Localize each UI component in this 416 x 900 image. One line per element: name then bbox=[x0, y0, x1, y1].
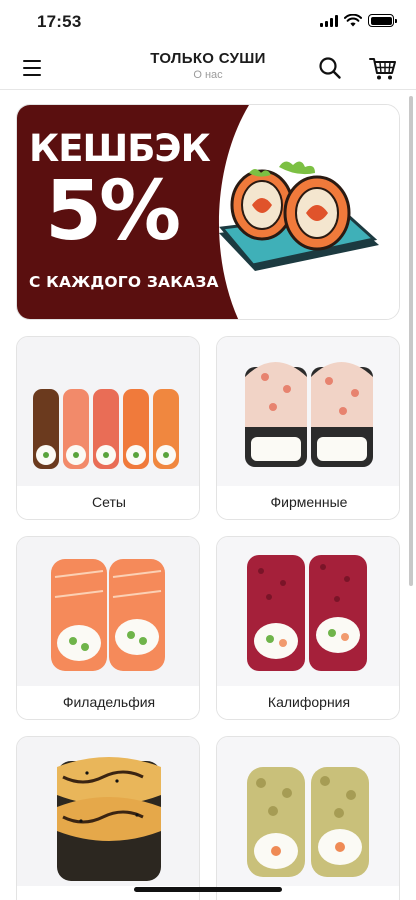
category-6-photo bbox=[217, 737, 399, 887]
battery-icon bbox=[368, 14, 397, 27]
app-title: ТОЛЬКО СУШИ bbox=[150, 50, 266, 67]
app-header: ТОЛЬКО СУШИ О нас bbox=[0, 46, 416, 90]
category-card-sets[interactable]: Сеты bbox=[16, 336, 200, 520]
banner-percent: 5% bbox=[45, 164, 181, 259]
california-photo bbox=[217, 537, 399, 687]
category-card-6[interactable] bbox=[216, 736, 400, 900]
status-time: 17:53 bbox=[37, 12, 82, 31]
about-link[interactable]: О нас bbox=[110, 69, 306, 81]
title-block[interactable]: ТОЛЬКО СУШИ О нас bbox=[110, 50, 306, 81]
category-card-signature[interactable]: Фирменные bbox=[216, 336, 400, 520]
wifi-icon bbox=[344, 14, 362, 27]
category-5-photo bbox=[17, 737, 199, 887]
cellular-signal-icon bbox=[320, 14, 338, 27]
category-label: Фирменные bbox=[217, 486, 399, 519]
category-label: Филадельфия bbox=[17, 686, 199, 719]
category-label: Сеты bbox=[17, 486, 199, 519]
app-screen: 17:53 ТОЛЬКО СУШИ О нас КЕШБЭК 5% С КАЖД… bbox=[0, 0, 416, 900]
sets-photo bbox=[17, 337, 199, 487]
status-bar: 17:53 bbox=[0, 0, 416, 46]
status-icons bbox=[320, 14, 397, 27]
scrollbar[interactable] bbox=[409, 96, 413, 586]
search-icon[interactable] bbox=[316, 54, 344, 82]
shopping-cart-icon[interactable] bbox=[368, 54, 398, 82]
hamburger-menu-icon[interactable] bbox=[18, 56, 46, 80]
category-card-philadelphia[interactable]: Филадельфия bbox=[16, 536, 200, 720]
banner-subtitle: С КАЖДОГО ЗАКАЗА bbox=[29, 273, 219, 291]
signature-photo bbox=[217, 337, 399, 487]
home-indicator[interactable] bbox=[134, 887, 282, 892]
category-card-5[interactable] bbox=[16, 736, 200, 900]
category-card-california[interactable]: Калифорния bbox=[216, 536, 400, 720]
banner-text: КЕШБЭК 5% С КАЖДОГО ЗАКАЗА bbox=[17, 105, 237, 319]
philadelphia-photo bbox=[17, 537, 199, 687]
category-label: Калифорния bbox=[217, 686, 399, 719]
cashback-banner[interactable]: КЕШБЭК 5% С КАЖДОГО ЗАКАЗА bbox=[16, 104, 400, 320]
